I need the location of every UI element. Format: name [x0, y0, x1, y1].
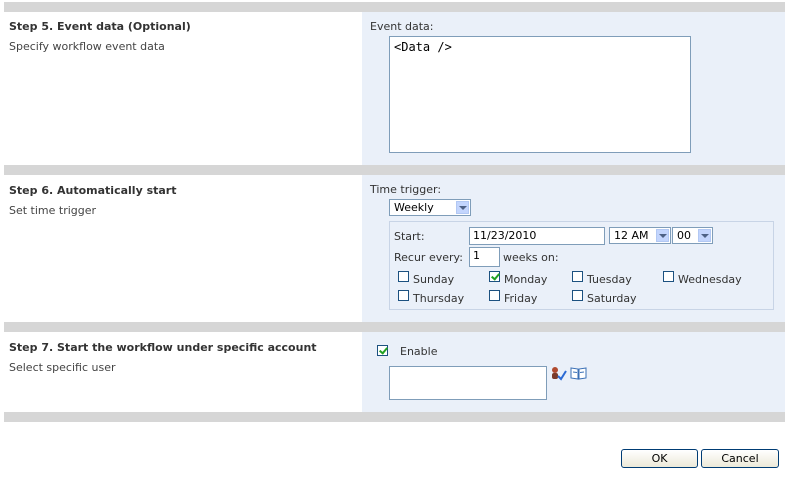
recur-weeks-input[interactable]: 1 [469, 247, 500, 267]
day-label-saturday: Saturday [587, 292, 637, 305]
start-label: Start: [394, 230, 425, 243]
weekly-schedule-group: Start: 11/23/2010 12 AM 00 Recur every: … [389, 221, 774, 310]
section-separator [4, 165, 785, 175]
check-names-icon[interactable] [550, 366, 568, 382]
cancel-button[interactable]: Cancel [701, 449, 779, 468]
step6-description-panel: Step 6. Automatically start Set time tri… [4, 175, 362, 322]
step5-section: Step 5. Event data (Optional) Specify wo… [4, 12, 785, 165]
day-label-friday: Friday [504, 292, 538, 305]
day-label-wednesday: Wednesday [678, 273, 742, 286]
step7-section: Step 7. Start the workflow under specifi… [4, 332, 785, 412]
step7-title: Step 7. Start the workflow under specifi… [9, 341, 317, 354]
step7-description: Select specific user [9, 361, 116, 374]
day-checkbox-saturday[interactable] [572, 290, 583, 301]
step7-description-panel: Step 7. Start the workflow under specifi… [4, 332, 362, 412]
step5-description: Specify workflow event data [9, 40, 165, 53]
chevron-down-icon [456, 201, 469, 214]
enable-checkbox[interactable] [377, 345, 388, 356]
day-checkbox-thursday[interactable] [398, 290, 409, 301]
time-trigger-select[interactable]: Weekly [389, 199, 471, 216]
start-hour-value: 12 AM [614, 229, 649, 242]
day-checkbox-wednesday[interactable] [663, 271, 674, 282]
start-minute-select[interactable]: 00 [672, 227, 713, 244]
step6-field-panel: Time trigger: Weekly Start: 11/23/2010 1… [362, 175, 785, 322]
section-separator [4, 2, 785, 12]
specific-user-input[interactable] [389, 366, 547, 400]
step5-description-panel: Step 5. Event data (Optional) Specify wo… [4, 12, 362, 165]
step5-field-panel: Event data: <Data /> [362, 12, 785, 165]
weeks-on-label: weeks on: [503, 251, 559, 264]
chevron-down-icon [656, 229, 669, 242]
time-trigger-label: Time trigger: [370, 183, 442, 196]
address-book-icon[interactable] [570, 366, 588, 380]
ok-button[interactable]: OK [621, 449, 698, 468]
chevron-down-icon [698, 229, 711, 242]
section-separator [4, 412, 785, 422]
time-trigger-value: Weekly [394, 201, 434, 214]
day-checkbox-sunday[interactable] [398, 271, 409, 282]
day-label-sunday: Sunday [413, 273, 455, 286]
enable-label: Enable [400, 345, 438, 358]
start-minute-value: 00 [677, 229, 691, 242]
start-date-input[interactable]: 11/23/2010 [469, 227, 605, 245]
day-checkbox-monday[interactable] [489, 271, 500, 282]
day-label-tuesday: Tuesday [587, 273, 632, 286]
step5-title: Step 5. Event data (Optional) [9, 20, 191, 33]
start-hour-select[interactable]: 12 AM [609, 227, 671, 244]
step6-section: Step 6. Automatically start Set time tri… [4, 175, 785, 322]
step6-title: Step 6. Automatically start [9, 184, 177, 197]
day-checkbox-tuesday[interactable] [572, 271, 583, 282]
step6-description: Set time trigger [9, 204, 97, 217]
day-label-thursday: Thursday [413, 292, 465, 305]
day-label-monday: Monday [504, 273, 548, 286]
day-checkbox-friday[interactable] [489, 290, 500, 301]
recur-every-label: Recur every: [394, 251, 463, 264]
event-data-label: Event data: [370, 20, 434, 33]
step7-field-panel: Enable [362, 332, 785, 412]
section-separator [4, 322, 785, 332]
event-data-textarea[interactable]: <Data /> [389, 36, 691, 153]
